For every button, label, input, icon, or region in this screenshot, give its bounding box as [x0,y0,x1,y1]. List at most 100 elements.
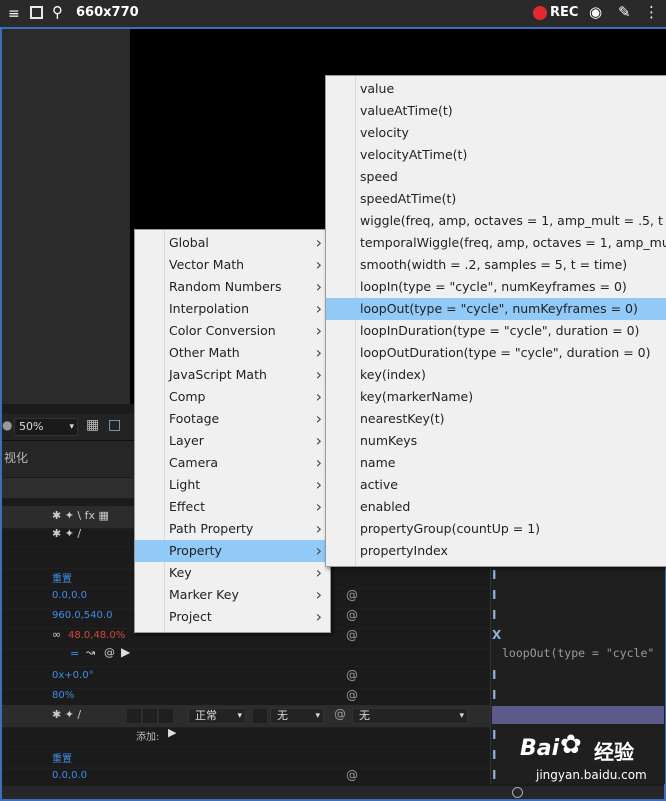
menu-item-key[interactable]: Key › [135,562,330,584]
camera-icon[interactable]: ◉ [589,3,602,21]
window-icon[interactable] [30,6,43,19]
search-icon[interactable]: ⚲ [52,3,63,21]
spiral-icon[interactable]: @ [346,608,358,622]
menu-item-expression[interactable]: propertyGroup(countUp = 1) [326,518,666,540]
menu-item-label: Project [169,609,212,624]
panel-label: 视化 [4,451,29,465]
menu-item-expression[interactable]: loopOut(type = "cycle", numKeyframes = 0… [326,298,666,320]
expression-controls-row: = ↝ @ ▶ [2,644,490,667]
menu-item-expression[interactable]: wiggle(freq, amp, octaves = 1, amp_mult … [326,210,666,232]
keyframe-marker[interactable]: I [492,608,496,622]
menu-item-expression[interactable]: value [326,78,666,100]
switch-box[interactable] [126,708,142,724]
spiral-icon[interactable]: @ [346,588,358,602]
menu-item-camera[interactable]: Camera › [135,452,330,474]
menu-item-expression[interactable]: loopIn(type = "cycle", numKeyframes = 0) [326,276,666,298]
menu-icon[interactable]: ≡ [8,6,20,22]
switch-box[interactable] [142,708,158,724]
menu-item-color-conversion[interactable]: Color Conversion › [135,320,330,342]
info-icon[interactable]: ● [2,418,12,432]
chevron-right-icon: › [315,475,322,494]
chevron-right-icon: › [315,343,322,362]
menu-item-label: Interpolation [169,301,249,316]
anchor-value[interactable]: 0.0,0.0 [52,590,87,601]
menu-item-expression[interactable]: loopInDuration(type = "cycle", duration … [326,320,666,342]
menu-item-comp[interactable]: Comp › [135,386,330,408]
parent-value: 无 [359,709,370,722]
pen-icon[interactable]: ✎ [618,3,631,21]
menu-item-project[interactable]: Project › [135,606,330,628]
keyframe-marker[interactable]: X [492,628,501,642]
preserve-box[interactable] [252,708,268,724]
switch-box[interactable] [158,708,174,724]
keyframe-marker[interactable]: I [492,688,496,702]
record-dot-icon[interactable] [533,6,547,20]
layer-bar[interactable] [492,706,664,724]
menu-item-label: name [360,455,396,470]
expression-enable-icon[interactable]: = [70,647,79,660]
scale-value[interactable]: 48.0,48.0% [68,630,125,641]
menu-item-path-property[interactable]: Path Property › [135,518,330,540]
menu-item-expression[interactable]: smooth(width = .2, samples = 5, t = time… [326,254,666,276]
expression-text[interactable]: loopOut(type = "cycle" [502,646,654,660]
parent-pickwhip-icon[interactable]: @ [334,707,346,721]
menu-item-javascript-math[interactable]: JavaScript Math › [135,364,330,386]
menu-item-vector-math[interactable]: Vector Math › [135,254,330,276]
pickwhip-icon[interactable]: @ [104,646,115,659]
menu-item-expression[interactable]: speed [326,166,666,188]
menu-item-global[interactable]: Global › [135,232,330,254]
keyframe-marker[interactable]: I [492,568,496,582]
menu-item-expression[interactable]: velocity [326,122,666,144]
menu-item-expression[interactable]: loopOutDuration(type = "cycle", duration… [326,342,666,364]
menu-item-other-math[interactable]: Other Math › [135,342,330,364]
menu-item-expression[interactable]: name [326,452,666,474]
menu-item-interpolation[interactable]: Interpolation › [135,298,330,320]
spiral-icon[interactable]: @ [346,768,358,782]
add-menu-icon[interactable]: ▶ [168,726,176,739]
menu-item-label: velocityAtTime(t) [360,147,468,162]
more-icon[interactable]: ⋮ [644,3,659,21]
menu-item-effect[interactable]: Effect › [135,496,330,518]
menu-item-expression[interactable]: key(markerName) [326,386,666,408]
menu-item-layer[interactable]: Layer › [135,430,330,452]
keyframe-marker[interactable]: I [492,668,496,682]
menu-item-property[interactable]: Property › [135,540,330,562]
grid-icon[interactable]: ▦ [86,417,99,433]
menu-item-expression[interactable]: enabled [326,496,666,518]
menu-item-marker-key[interactable]: Marker Key › [135,584,330,606]
menu-item-expression[interactable]: speedAtTime(t) [326,188,666,210]
blend-mode-dropdown[interactable]: 正常 ▾ [188,708,246,724]
menu-item-random-numbers[interactable]: Random Numbers › [135,276,330,298]
menu-item-light[interactable]: Light › [135,474,330,496]
graph-icon[interactable]: ↝ [86,646,95,659]
menu-item-expression[interactable]: velocityAtTime(t) [326,144,666,166]
opacity-value[interactable]: 80% [52,690,74,701]
menu-item-expression[interactable]: nearestKey(t) [326,408,666,430]
menu-item-footage[interactable]: Footage › [135,408,330,430]
trkmat-dropdown[interactable]: 无 ▾ [270,708,324,724]
menu-item-expression[interactable]: propertyIndex [326,540,666,562]
rotation-value[interactable]: 0x+0.0° [52,670,94,681]
reset-link[interactable]: 重置 [52,750,72,765]
menu-item-expression[interactable]: key(index) [326,364,666,386]
menu-item-expression[interactable]: temporalWiggle(freq, amp, octaves = 1, a… [326,232,666,254]
reset-link[interactable]: 重置 [52,570,72,585]
link-icon[interactable]: ∞ [52,628,61,641]
keyframe-marker[interactable]: I [492,588,496,602]
region-icon[interactable]: □ [108,417,121,433]
shy-icon[interactable]: ✱ ✦ ∕ [52,708,81,721]
zoom-dropdown[interactable]: 50% ▾ [14,418,78,436]
spiral-icon[interactable]: @ [346,688,358,702]
menu-item-expression[interactable]: active [326,474,666,496]
menu-item-expression[interactable]: numKeys [326,430,666,452]
rec-label[interactable]: REC [550,5,578,20]
spiral-icon[interactable]: @ [346,628,358,642]
spiral-icon[interactable]: @ [346,668,358,682]
position-value[interactable]: 960.0,540.0 [52,610,112,621]
menu-item-expression[interactable]: valueAtTime(t) [326,100,666,122]
parent-dropdown[interactable]: 无 ▾ [352,708,468,724]
menu-item-label: loopIn(type = "cycle", numKeyframes = 0) [360,279,627,294]
anchor-value[interactable]: 0.0,0.0 [52,770,87,781]
language-menu-icon[interactable]: ▶ [121,645,130,659]
shy-icon[interactable]: ✱ ✦ ∕ [52,527,81,540]
